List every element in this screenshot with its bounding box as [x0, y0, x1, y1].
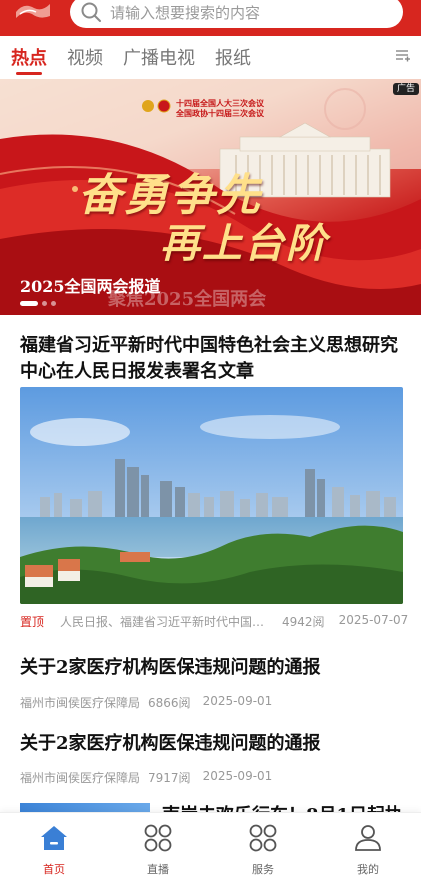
active-tab-indicator [16, 72, 42, 75]
home-icon [41, 826, 67, 850]
article-reads: 7917阅 [148, 771, 191, 785]
search-bar[interactable]: 请输入想要搜索的内容 [70, 0, 403, 28]
article-meta: 福州市闽侯医疗保障局 6866阅 2025-09-01 [20, 694, 272, 711]
tab-video[interactable]: 视频 [67, 44, 103, 70]
article-image[interactable] [20, 387, 403, 604]
nav-profile-label: 我的 [357, 863, 379, 876]
article-source: 福州市闽侯医疗保障局 [20, 696, 141, 710]
article-meta: 置顶 人民日报、福建省习近平新时代中国… 4942阅 2025-07-07 [20, 613, 408, 630]
carousel-dot[interactable] [42, 301, 47, 306]
carousel-dot-active[interactable] [20, 301, 38, 306]
article-date: 2025-09-01 [202, 694, 273, 708]
nav-profile[interactable]: 我的 [328, 823, 408, 877]
search-icon [81, 2, 101, 22]
nav-service[interactable]: 服务 [223, 823, 303, 877]
tab-newspaper[interactable]: 报纸 [215, 44, 251, 70]
emblem-icon [157, 99, 171, 113]
tab-hot[interactable]: 热点 [11, 44, 47, 70]
article-date: 2025-09-01 [202, 769, 273, 783]
article-title[interactable]: 福建省习近平新时代中国特色社会主义思想研究中心在人民日报发表署名文章 [20, 333, 405, 385]
article-meta: 福州市闽侯医疗保障局 7917阅 2025-09-01 [20, 769, 272, 786]
banner-org-line1: 十四届全国人大三次会议 [176, 99, 264, 108]
emblem-icon [142, 100, 154, 112]
article-source: 人民日报、福建省习近平新时代中国… [60, 615, 265, 629]
user-icon [355, 825, 381, 851]
banner-caption: 2025全国两会报道 [20, 277, 161, 296]
channel-tabs: 热点 视频 广播电视 报纸 [0, 36, 421, 78]
nav-live-label: 直播 [147, 863, 169, 876]
article-source: 福州市闽侯医疗保障局 [20, 771, 141, 785]
carousel-dots[interactable] [20, 301, 56, 306]
nav-home-label: 首页 [43, 863, 65, 876]
article-reads: 6866阅 [148, 696, 191, 710]
tab-broadcast-tv[interactable]: 广播电视 [123, 44, 195, 70]
search-placeholder: 请输入想要搜索的内容 [110, 3, 261, 22]
city-skyline-image [20, 387, 403, 604]
banner-org-line2: 全国政协十四届三次会议 [176, 109, 264, 118]
pinned-tag: 置顶 [20, 615, 45, 629]
banner-slogan-line2: 再上台阶 [160, 220, 328, 267]
nav-live[interactable]: 直播 [118, 823, 198, 877]
article-title[interactable]: 关于2家医疗机构医保违规问题的通报 [20, 731, 405, 757]
article-title[interactable]: 关于2家医疗机构医保违规问题的通报 [20, 655, 405, 681]
bottom-nav-bar: 首页 直播 服务 我的 [0, 812, 421, 881]
nav-home[interactable]: 首页 [14, 823, 94, 877]
service-grid-icon [249, 824, 277, 852]
ad-badge: 广告 [392, 83, 419, 95]
carousel-dot[interactable] [51, 301, 56, 306]
live-grid-icon [144, 824, 172, 852]
article-date: 2025-07-07 [338, 613, 409, 627]
app-logo-icon [16, 4, 50, 18]
nav-service-label: 服务 [252, 863, 274, 876]
channel-menu-icon[interactable] [395, 48, 411, 64]
top-header: 请输入想要搜索的内容 [0, 0, 421, 36]
article-reads: 4942阅 [282, 615, 325, 629]
hero-banner[interactable]: 广告 十四届全国人大三次会议 全国政协十四届三次会议 奋勇争先 再上台阶 聚焦2… [0, 79, 421, 315]
